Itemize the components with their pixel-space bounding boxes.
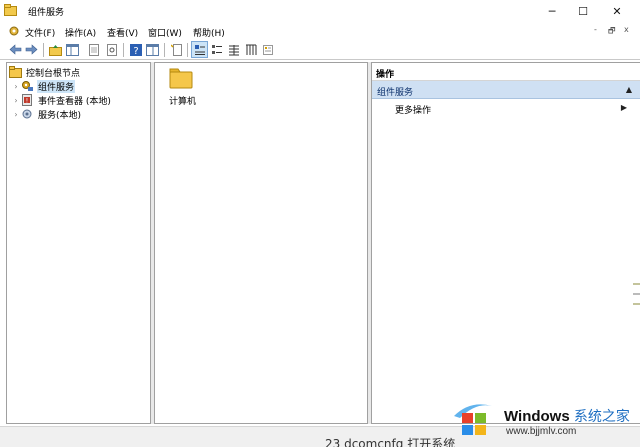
tree-item-component-services[interactable]: › 组件服务 [11,79,76,93]
tree-item-label: 事件查看器 (本地) [38,96,111,107]
windows-logo-icon [450,398,496,440]
folder-icon[interactable] [169,67,193,89]
mdi-minimize-button[interactable]: - [594,25,597,34]
toolbar-separator [164,43,165,57]
more-actions-item[interactable]: 更多操作 [395,103,431,116]
toolbar-separator [43,43,44,57]
watermark-title-text: Windows [504,408,570,425]
menu-file[interactable]: 文件(F) [25,26,55,39]
window-title: 组件服务 [28,8,65,18]
watermark: Windows 系统之家 www.bjjmlv.com [446,394,640,447]
mdi-restore-button[interactable]: 🗗 [608,25,616,39]
toolbar-separator [123,43,124,57]
actions-section-label: 组件服务 [377,88,414,98]
background-window-edge [633,282,640,312]
actions-pane: 操作 组件服务 ▲ 更多操作 ▶ [371,62,640,424]
tree-item-label: 服务(本地) [38,110,82,121]
result-item-label[interactable]: 计算机 [169,94,196,107]
tree-item-services[interactable]: › 服务(本地) [11,107,82,121]
expand-icon[interactable]: › [11,110,21,119]
show-tree-icon[interactable] [65,42,80,57]
menu-help[interactable]: 帮助(H) [193,26,225,39]
configure-icon[interactable] [260,42,275,57]
svg-text:?: ? [133,46,138,56]
toolbar: ? [0,40,640,60]
detail-view-icon[interactable] [243,42,258,57]
menu-window[interactable]: 窗口(W) [148,26,182,39]
component-services-icon [21,80,34,92]
submenu-arrow-icon[interactable]: ▶ [621,103,627,112]
watermark-title-cn: 系统之家 [573,408,630,424]
up-folder-icon[interactable] [48,42,63,57]
mdi-close-button[interactable]: x [624,25,629,34]
title-bar: 组件服务 ─ ☐ ✕ [0,0,640,22]
small-icons-icon[interactable] [209,42,224,57]
svg-text:!: ! [26,98,28,105]
console-doc-icon[interactable] [8,25,20,37]
list-view-icon[interactable] [226,42,241,57]
expand-icon[interactable]: › [11,96,21,105]
menu-bar: 文件(F) 操作(A) 查看(V) 窗口(W) 帮助(H) - 🗗 x [0,22,640,40]
forward-icon[interactable] [24,42,39,57]
menu-action[interactable]: 操作(A) [65,26,96,39]
back-icon[interactable] [8,42,23,57]
component-services-icon [4,4,17,16]
large-icons-icon[interactable] [191,41,208,58]
console-tree-pane: 控制台根节点 › 组件服务 › ! 事件查看器 (本地) › 服务(本地) [6,62,151,424]
collapse-icon[interactable]: ▲ [626,85,632,94]
maximize-button[interactable]: ☐ [568,0,598,22]
menu-view[interactable]: 查看(V) [107,26,138,39]
export-icon[interactable] [86,42,101,57]
tree-root-label: 控制台根节点 [26,68,81,79]
close-button[interactable]: ✕ [602,0,632,22]
watermark-url: www.bjjmlv.com [506,426,577,437]
tree-root[interactable]: 控制台根节点 [9,65,81,79]
actions-header-label: 操作 [376,70,395,80]
background-text: 23 dcomcnfg 打开系统 [325,437,456,447]
result-pane: 计算机 [154,62,368,424]
event-viewer-icon: ! [21,94,34,106]
new-window-icon[interactable] [169,42,184,57]
tree-item-label: 组件服务 [37,79,76,93]
watermark-title: Windows 系统之家 [504,406,630,426]
folder-icon [9,66,22,78]
toolbar-separator [187,43,188,57]
actions-header: 操作 [372,63,640,81]
actions-section-header[interactable]: 组件服务 ▲ [372,81,640,99]
help-icon[interactable]: ? [128,42,143,57]
console-tree-icon[interactable] [145,42,160,57]
minimize-button[interactable]: ─ [537,0,567,22]
expand-icon[interactable]: › [11,82,21,91]
services-icon [21,108,34,120]
properties-icon[interactable] [104,42,119,57]
tree-item-event-viewer[interactable]: › ! 事件查看器 (本地) [11,93,112,107]
